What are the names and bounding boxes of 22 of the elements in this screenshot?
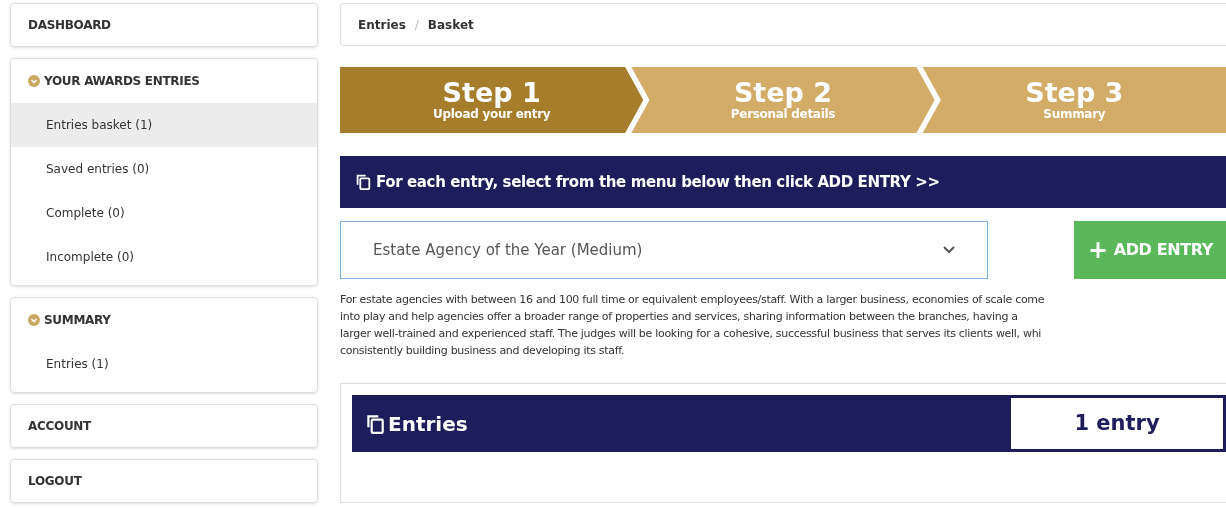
sidebar-item[interactable]: Entries (1) <box>11 342 317 386</box>
category-select[interactable]: Estate Agency of the Year (Medium) <box>340 221 988 279</box>
sidebar-link[interactable]: ACCOUNT <box>28 417 91 435</box>
copy-icon <box>364 412 386 435</box>
step-tab[interactable]: Step 1 Upload your entry <box>340 67 644 133</box>
entry-count: 1 entry <box>1011 398 1223 449</box>
instruction-text: For each entry, select from the menu below then click ADD ENTRY >> <box>376 171 940 193</box>
sidebar-group-title[interactable]: SUMMARY <box>44 311 111 329</box>
sidebar-item[interactable]: Incomplete (0) <box>11 235 317 279</box>
sidebar-item[interactable]: Complete (0) <box>11 191 317 235</box>
sidebar-group-title[interactable]: YOUR AWARDS ENTRIES <box>44 72 200 90</box>
sidebar-link[interactable]: DASHBOARD <box>28 16 111 34</box>
breadcrumb-link[interactable]: Basket <box>427 15 474 34</box>
breadcrumb-separator: / <box>414 16 419 34</box>
copy-icon <box>354 173 372 191</box>
breadcrumb-link[interactable]: Entries <box>358 15 406 34</box>
category-description: For estate agencies with between 16 and 100 full time or equivalent employees/staff. With a larger business, economies of scale come into play and help agencies offer a broader range of properties and services, sharing information between the branches, having a larger well-trained and experienced staff. The judges will be looking for a cohesive, successful business that serves its clients well, whi consistently building business and developing its staff. <box>340 292 1046 359</box>
sidebar-item[interactable]: Saved entries (0) <box>11 147 317 191</box>
sidebar-link[interactable]: LOGOUT <box>28 472 82 490</box>
sidebar-item[interactable]: Entries basket (1) <box>11 103 317 147</box>
entries-title: Entries <box>388 410 468 438</box>
caret-icon <box>943 246 955 254</box>
